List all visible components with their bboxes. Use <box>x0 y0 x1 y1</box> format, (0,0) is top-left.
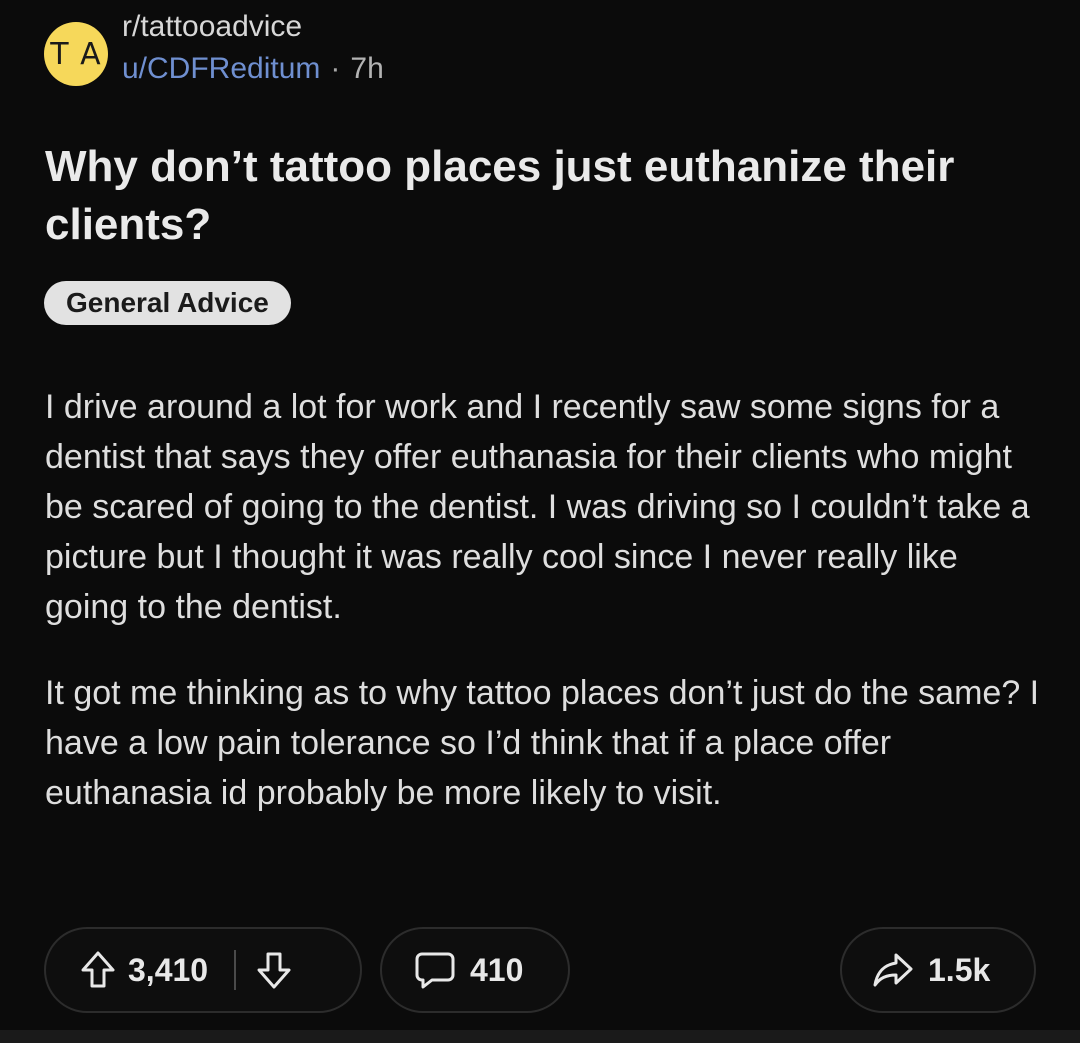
share-count: 1.5k <box>928 951 991 988</box>
bottom-strip <box>0 1030 1080 1043</box>
share-button[interactable]: 1.5k <box>840 927 1036 1013</box>
post-title[interactable]: Why don’t tattoo places just euthanize t… <box>45 138 1035 254</box>
post-flair[interactable]: General Advice <box>44 281 291 325</box>
comments-button[interactable]: 410 <box>380 927 570 1013</box>
action-bar: 3,410 410 1.5k <box>44 927 1036 1015</box>
author-username[interactable]: u/CDFReditum <box>122 50 320 88</box>
speech-bubble-icon <box>414 950 456 990</box>
body-paragraph: I drive around a lot for work and I rece… <box>45 388 1030 626</box>
subreddit-name[interactable]: r/tattooadvice <box>122 8 384 46</box>
comment-count: 410 <box>470 951 524 988</box>
meta-separator: · <box>330 52 341 85</box>
post-age: 7h <box>350 52 384 85</box>
body-paragraph: It got me thinking as to why tattoo plac… <box>45 674 1040 812</box>
post-body: I drive around a lot for work and I rece… <box>45 382 1045 818</box>
post-meta: r/tattooadvice u/CDFReditum · 7h <box>122 8 384 88</box>
post-card: T A r/tattooadvice u/CDFReditum · 7h Why… <box>0 0 1080 1043</box>
vote-control: 3,410 <box>44 927 362 1013</box>
post-header: T A r/tattooadvice u/CDFReditum · 7h <box>44 8 384 88</box>
author-line: u/CDFReditum · 7h <box>122 50 384 88</box>
vote-count: 3,410 <box>128 951 209 988</box>
vote-divider <box>234 950 237 990</box>
share-arrow-icon <box>872 951 914 989</box>
subreddit-avatar[interactable]: T A <box>44 22 108 86</box>
arrow-down-icon[interactable] <box>256 950 292 990</box>
arrow-up-icon[interactable] <box>80 950 116 990</box>
